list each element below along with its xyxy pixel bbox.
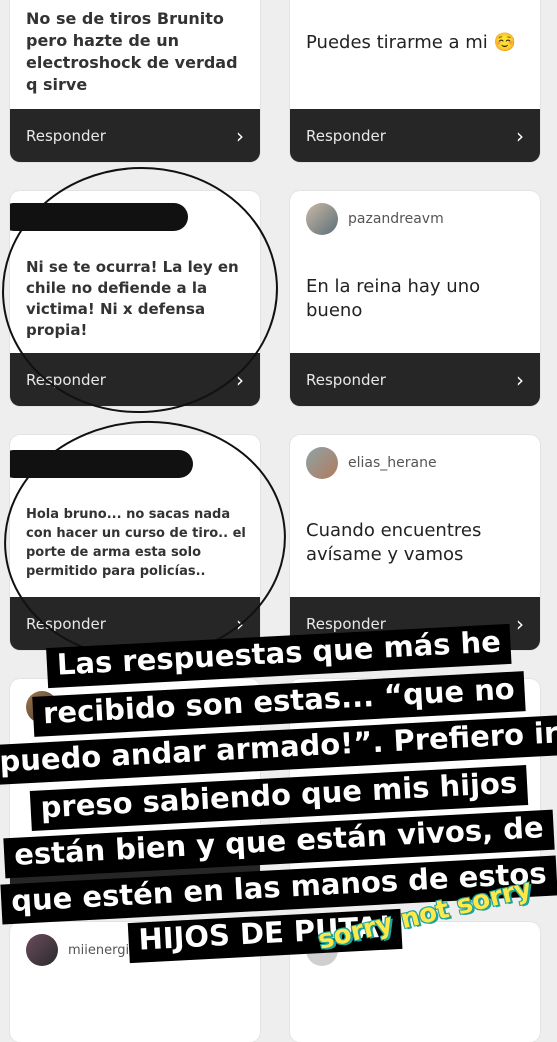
- reply-button[interactable]: Responder ›: [290, 109, 540, 162]
- question-card: elias_herane Cuando encuentres avísame y…: [290, 435, 540, 650]
- reply-label: Responder: [26, 126, 106, 145]
- chevron-right-icon: ›: [236, 611, 244, 636]
- avatar: [306, 447, 338, 479]
- username: elias_herane: [348, 455, 437, 471]
- user-row[interactable]: elias_herane: [306, 447, 437, 479]
- chevron-right-icon: ›: [516, 611, 524, 636]
- reply-text: Hola bruno... no sacas nada con hacer un…: [26, 507, 246, 579]
- username: pazandreavm: [348, 211, 444, 227]
- reply-button[interactable]: Responder ›: [10, 353, 260, 406]
- reply-text: En la reina hay uno bueno: [306, 276, 481, 321]
- question-card: Hola bruno... no sacas nada con hacer un…: [10, 435, 260, 650]
- reply-label: Responder: [306, 126, 386, 145]
- question-card: pazandreavm En la reina hay uno bueno Re…: [290, 191, 540, 406]
- reply-text: Cuando encuentres avísame y vamos: [306, 520, 482, 565]
- question-card: Puedes tirarme a mi ☺️ Responder ›: [290, 0, 540, 162]
- question-card: No se de tiros Brunito pero hazte de un …: [10, 0, 260, 162]
- reply-label: Responder: [26, 614, 106, 633]
- question-card: Ni se te ocurra! La ley en chile no defi…: [10, 191, 260, 406]
- chevron-right-icon: ›: [236, 123, 244, 148]
- reply-text: No se de tiros Brunito pero hazte de un …: [26, 9, 238, 94]
- chevron-right-icon: ›: [236, 367, 244, 392]
- avatar: [306, 203, 338, 235]
- reply-text: Ni se te ocurra! La ley en chile no defi…: [26, 258, 239, 339]
- chevron-right-icon: ›: [516, 367, 524, 392]
- reply-text: Puedes tirarme a mi ☺️: [306, 32, 516, 53]
- chevron-right-icon: ›: [516, 123, 524, 148]
- avatar: [26, 934, 58, 966]
- reply-label: Responder: [26, 370, 106, 389]
- reply-button[interactable]: Responder ›: [10, 109, 260, 162]
- user-row[interactable]: pazandreavm: [306, 203, 444, 235]
- reply-label: Responder: [306, 370, 386, 389]
- redacted-username: [10, 203, 188, 231]
- reply-button[interactable]: Responder ›: [290, 353, 540, 406]
- redacted-username: [10, 450, 193, 478]
